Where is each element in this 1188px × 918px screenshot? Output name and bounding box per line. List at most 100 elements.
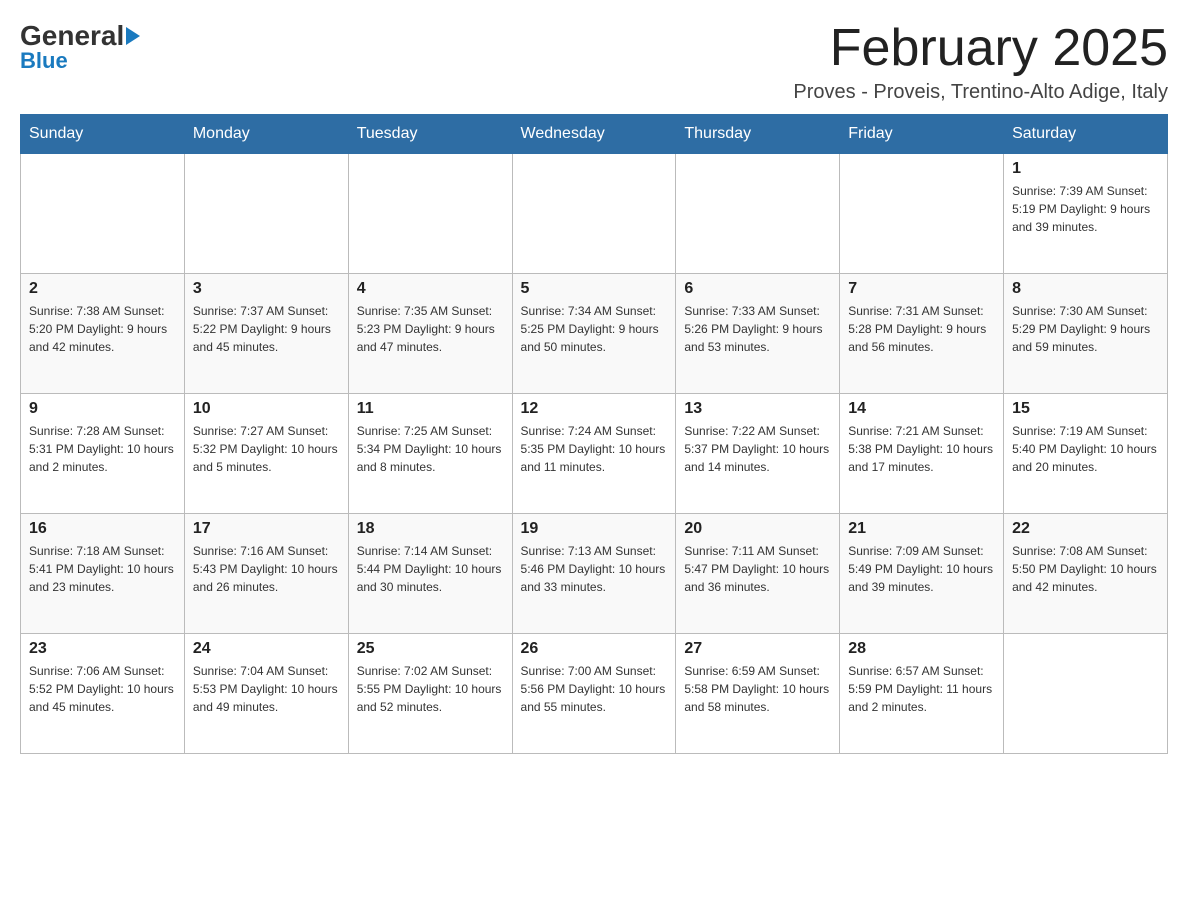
- calendar-cell: [676, 154, 840, 274]
- day-number: 12: [521, 400, 668, 418]
- calendar-cell: 19 Sunrise: 7:13 AM Sunset: 5:46 PM Dayli…: [512, 514, 676, 634]
- day-number: 18: [357, 520, 504, 538]
- calendar-cell: [21, 154, 185, 274]
- day-number: 7: [848, 280, 995, 298]
- day-number: 1: [1012, 160, 1159, 178]
- day-info: Sunrise: 7:06 AM Sunset: 5:52 PM Dayligh…: [29, 662, 176, 716]
- day-number: 27: [684, 640, 831, 658]
- day-number: 21: [848, 520, 995, 538]
- calendar-cell: 6 Sunrise: 7:33 AM Sunset: 5:26 PM Daylig…: [676, 274, 840, 394]
- day-info: Sunrise: 7:28 AM Sunset: 5:31 PM Dayligh…: [29, 422, 176, 476]
- calendar-week-4: 16 Sunrise: 7:18 AM Sunset: 5:41 PM Dayli…: [21, 514, 1168, 634]
- calendar-table: SundayMondayTuesdayWednesdayThursdayFrid…: [20, 114, 1168, 754]
- calendar-cell: 24 Sunrise: 7:04 AM Sunset: 5:53 PM Dayli…: [184, 634, 348, 754]
- day-info: Sunrise: 7:38 AM Sunset: 5:20 PM Dayligh…: [29, 302, 176, 356]
- day-info: Sunrise: 7:22 AM Sunset: 5:37 PM Dayligh…: [684, 422, 831, 476]
- day-number: 28: [848, 640, 995, 658]
- month-title: February 2025: [793, 20, 1168, 77]
- day-number: 13: [684, 400, 831, 418]
- calendar-cell: 26 Sunrise: 7:00 AM Sunset: 5:56 PM Dayli…: [512, 634, 676, 754]
- calendar-cell: 28 Sunrise: 6:57 AM Sunset: 5:59 PM Dayli…: [840, 634, 1004, 754]
- day-number: 4: [357, 280, 504, 298]
- calendar-cell: 10 Sunrise: 7:27 AM Sunset: 5:32 PM Dayli…: [184, 394, 348, 514]
- calendar-week-5: 23 Sunrise: 7:06 AM Sunset: 5:52 PM Dayli…: [21, 634, 1168, 754]
- calendar-cell: 3 Sunrise: 7:37 AM Sunset: 5:22 PM Daylig…: [184, 274, 348, 394]
- day-number: 3: [193, 280, 340, 298]
- weekday-header-wednesday: Wednesday: [512, 115, 676, 154]
- day-info: Sunrise: 7:31 AM Sunset: 5:28 PM Dayligh…: [848, 302, 995, 356]
- calendar-cell: 15 Sunrise: 7:19 AM Sunset: 5:40 PM Dayli…: [1004, 394, 1168, 514]
- day-number: 14: [848, 400, 995, 418]
- day-number: 11: [357, 400, 504, 418]
- logo-arrow-icon: [126, 27, 140, 45]
- day-info: Sunrise: 7:30 AM Sunset: 5:29 PM Dayligh…: [1012, 302, 1159, 356]
- weekday-header-row: SundayMondayTuesdayWednesdayThursdayFrid…: [21, 115, 1168, 154]
- day-number: 8: [1012, 280, 1159, 298]
- day-info: Sunrise: 7:21 AM Sunset: 5:38 PM Dayligh…: [848, 422, 995, 476]
- day-info: Sunrise: 7:19 AM Sunset: 5:40 PM Dayligh…: [1012, 422, 1159, 476]
- day-info: Sunrise: 7:33 AM Sunset: 5:26 PM Dayligh…: [684, 302, 831, 356]
- day-number: 24: [193, 640, 340, 658]
- calendar-cell: 18 Sunrise: 7:14 AM Sunset: 5:44 PM Dayli…: [348, 514, 512, 634]
- day-number: 25: [357, 640, 504, 658]
- day-info: Sunrise: 7:27 AM Sunset: 5:32 PM Dayligh…: [193, 422, 340, 476]
- day-number: 6: [684, 280, 831, 298]
- calendar-week-3: 9 Sunrise: 7:28 AM Sunset: 5:31 PM Daylig…: [21, 394, 1168, 514]
- calendar-cell: 9 Sunrise: 7:28 AM Sunset: 5:31 PM Daylig…: [21, 394, 185, 514]
- calendar-cell: 12Sunrise: 7:24 AM Sunset: 5:35 PM Dayli…: [512, 394, 676, 514]
- calendar-cell: [348, 154, 512, 274]
- calendar-cell: [512, 154, 676, 274]
- calendar-cell: 11 Sunrise: 7:25 AM Sunset: 5:34 PM Dayli…: [348, 394, 512, 514]
- day-info: Sunrise: 7:18 AM Sunset: 5:41 PM Dayligh…: [29, 542, 176, 596]
- page-header: General Blue February 2025 Proves - Prov…: [20, 20, 1168, 104]
- day-info: Sunrise: 6:57 AM Sunset: 5:59 PM Dayligh…: [848, 662, 995, 716]
- logo-blue: Blue: [20, 48, 68, 74]
- weekday-header-sunday: Sunday: [21, 115, 185, 154]
- calendar-cell: 2 Sunrise: 7:38 AM Sunset: 5:20 PM Daylig…: [21, 274, 185, 394]
- logo: General Blue: [20, 20, 142, 74]
- calendar-cell: 5Sunrise: 7:34 AM Sunset: 5:25 PM Daylig…: [512, 274, 676, 394]
- calendar-cell: 13 Sunrise: 7:22 AM Sunset: 5:37 PM Dayli…: [676, 394, 840, 514]
- day-number: 15: [1012, 400, 1159, 418]
- day-number: 26: [521, 640, 668, 658]
- day-number: 20: [684, 520, 831, 538]
- calendar-cell: 27 Sunrise: 6:59 AM Sunset: 5:58 PM Dayli…: [676, 634, 840, 754]
- day-info: Sunrise: 7:00 AM Sunset: 5:56 PM Dayligh…: [521, 662, 668, 716]
- day-number: 22: [1012, 520, 1159, 538]
- title-area: February 2025 Proves - Proveis, Trentino…: [793, 20, 1168, 104]
- calendar-cell: [840, 154, 1004, 274]
- day-info: Sunrise: 6:59 AM Sunset: 5:58 PM Dayligh…: [684, 662, 831, 716]
- calendar-week-1: 1Sunrise: 7:39 AM Sunset: 5:19 PM Daylig…: [21, 154, 1168, 274]
- day-number: 19: [521, 520, 668, 538]
- day-info: Sunrise: 7:25 AM Sunset: 5:34 PM Dayligh…: [357, 422, 504, 476]
- calendar-cell: 25 Sunrise: 7:02 AM Sunset: 5:55 PM Dayli…: [348, 634, 512, 754]
- day-info: Sunrise: 7:02 AM Sunset: 5:55 PM Dayligh…: [357, 662, 504, 716]
- calendar-cell: 23 Sunrise: 7:06 AM Sunset: 5:52 PM Dayli…: [21, 634, 185, 754]
- day-number: 23: [29, 640, 176, 658]
- day-info: Sunrise: 7:08 AM Sunset: 5:50 PM Dayligh…: [1012, 542, 1159, 596]
- weekday-header-tuesday: Tuesday: [348, 115, 512, 154]
- day-number: 9: [29, 400, 176, 418]
- day-info: Sunrise: 7:34 AM Sunset: 5:25 PM Dayligh…: [521, 302, 668, 356]
- day-info: Sunrise: 7:09 AM Sunset: 5:49 PM Dayligh…: [848, 542, 995, 596]
- day-number: 17: [193, 520, 340, 538]
- calendar-cell: [184, 154, 348, 274]
- calendar-cell: 14 Sunrise: 7:21 AM Sunset: 5:38 PM Dayli…: [840, 394, 1004, 514]
- calendar-cell: 7 Sunrise: 7:31 AM Sunset: 5:28 PM Daylig…: [840, 274, 1004, 394]
- weekday-header-thursday: Thursday: [676, 115, 840, 154]
- day-info: Sunrise: 7:04 AM Sunset: 5:53 PM Dayligh…: [193, 662, 340, 716]
- day-number: 10: [193, 400, 340, 418]
- day-info: Sunrise: 7:14 AM Sunset: 5:44 PM Dayligh…: [357, 542, 504, 596]
- day-info: Sunrise: 7:13 AM Sunset: 5:46 PM Dayligh…: [521, 542, 668, 596]
- day-number: 16: [29, 520, 176, 538]
- day-number: 2: [29, 280, 176, 298]
- weekday-header-saturday: Saturday: [1004, 115, 1168, 154]
- calendar-cell: 1Sunrise: 7:39 AM Sunset: 5:19 PM Daylig…: [1004, 154, 1168, 274]
- day-info: Sunrise: 7:37 AM Sunset: 5:22 PM Dayligh…: [193, 302, 340, 356]
- day-info: Sunrise: 7:35 AM Sunset: 5:23 PM Dayligh…: [357, 302, 504, 356]
- calendar-cell: 22 Sunrise: 7:08 AM Sunset: 5:50 PM Dayli…: [1004, 514, 1168, 634]
- calendar-cell: 17Sunrise: 7:16 AM Sunset: 5:43 PM Dayli…: [184, 514, 348, 634]
- calendar-cell: 21 Sunrise: 7:09 AM Sunset: 5:49 PM Dayli…: [840, 514, 1004, 634]
- calendar-cell: 16 Sunrise: 7:18 AM Sunset: 5:41 PM Dayli…: [21, 514, 185, 634]
- calendar-cell: [1004, 634, 1168, 754]
